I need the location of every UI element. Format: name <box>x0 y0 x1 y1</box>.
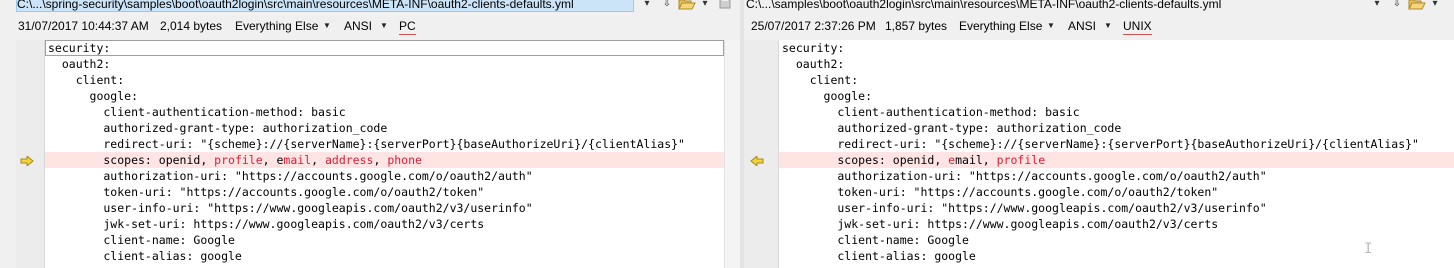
code-line: google: <box>782 89 873 103</box>
code-line: client-alias: google <box>48 249 242 263</box>
code-line: client-name: Google <box>48 233 235 247</box>
right-encoding-select[interactable]: ANSI <box>1068 14 1096 38</box>
chevron-down-icon[interactable]: ▼ <box>323 14 331 38</box>
right-file-size: 1,857 bytes <box>885 19 948 33</box>
code-line: user-info-uri: "https://www.googleapis.c… <box>48 201 533 215</box>
save-icon[interactable] <box>718 0 732 11</box>
code-line: security: <box>45 40 724 56</box>
code-line: client: <box>48 73 125 87</box>
code-line: security: <box>782 41 845 55</box>
left-editor[interactable]: security: oauth2: client: google: client… <box>44 40 724 268</box>
left-file-pane: C:\...\spring-security\samples\boot\oaut… <box>0 0 740 268</box>
chevron-down-icon[interactable]: ▼ <box>1047 14 1055 38</box>
left-file-size: 2,014 bytes <box>160 19 223 33</box>
diff-text: scopes: openid, <box>782 153 949 167</box>
diff-highlight: address <box>324 153 374 167</box>
down-arrow-icon[interactable]: ▾ <box>1370 0 1384 11</box>
diff-line: scopes: openid, profile, email, address,… <box>45 152 724 168</box>
code-line: client: <box>782 73 859 87</box>
down-arrow-icon[interactable]: ▾ <box>640 0 654 11</box>
code-line: jwk-set-uri: https://www.googleapis.com/… <box>782 217 1219 231</box>
diff-text: , <box>311 153 325 167</box>
diff-highlight: phone <box>387 153 422 167</box>
code-line: client-alias: google <box>782 249 976 263</box>
code-line: client-name: Google <box>782 233 969 247</box>
folder-open-icon[interactable] <box>1408 0 1426 11</box>
code-line: oauth2: <box>782 57 845 71</box>
chevron-down-icon[interactable]: ▾ <box>1428 0 1442 11</box>
right-line-endings[interactable]: UNIX <box>1123 18 1152 35</box>
right-editor[interactable]: security: oauth2: client: google: client… <box>778 40 1454 268</box>
code-line: authorized-grant-type: authorization_cod… <box>48 121 388 135</box>
code-line: client-authentication-method: basic <box>782 105 1080 119</box>
code-line: google: <box>48 89 139 103</box>
chevron-down-icon[interactable]: ▼ <box>1104 14 1112 38</box>
diff-line: scopes: openid, email, profile <box>779 152 1454 168</box>
code-line: jwk-set-uri: https://www.googleapis.com/… <box>48 217 485 231</box>
code-line: authorization-uri: "https://accounts.goo… <box>782 169 1267 183</box>
folder-open-icon[interactable] <box>678 0 696 11</box>
right-path-bar: C:\...\samples\boot\oauth2login\src\main… <box>744 0 1454 12</box>
code-line: oauth2: <box>48 57 111 71</box>
code-line: user-info-uri: "https://www.googleapis.c… <box>782 201 1267 215</box>
code-line: redirect-uri: "{scheme}://{serverName}:{… <box>48 137 685 151</box>
diff-text: , <box>373 153 388 167</box>
right-gutter <box>744 40 778 268</box>
diff-text: , e <box>262 153 284 167</box>
code-line: client-authentication-method: basic <box>48 105 346 119</box>
code-line: redirect-uri: "{scheme}://{serverName}:{… <box>782 137 1419 151</box>
right-info-bar: 25/07/2017 2:37:26 PM 1,857 bytes Everyt… <box>744 14 1454 38</box>
code-line: authorized-grant-type: authorization_cod… <box>782 121 1122 135</box>
diff-highlight: mail <box>283 153 312 167</box>
down-arrow-icon[interactable]: ⇩ <box>660 0 674 11</box>
diff-highlight: profile <box>214 153 263 167</box>
diff-arrow-right-icon[interactable] <box>20 154 34 168</box>
code-line: token-uri: "https://accounts.google.com/… <box>782 185 1219 199</box>
left-scrollbar[interactable] <box>724 40 740 268</box>
left-info-bar: 31/07/2017 10:44:37 AM 2,014 bytes Every… <box>0 14 740 38</box>
diff-highlight: profile <box>996 153 1046 167</box>
right-timestamp: 25/07/2017 2:37:26 PM <box>751 19 876 33</box>
chevron-down-icon[interactable]: ▼ <box>380 14 388 38</box>
code-line: token-uri: "https://accounts.google.com/… <box>48 185 485 199</box>
right-format-select[interactable]: Everything Else <box>959 14 1042 38</box>
left-encoding-select[interactable]: ANSI <box>344 14 372 38</box>
right-file-path[interactable]: C:\...\samples\boot\oauth2login\src\main… <box>746 0 1225 12</box>
diff-arrow-left-icon[interactable] <box>750 154 764 168</box>
left-format-select[interactable]: Everything Else <box>235 14 318 38</box>
left-file-path[interactable]: C:\...\spring-security\samples\boot\oaut… <box>16 0 634 12</box>
diff-text: scopes: openid, <box>48 153 215 167</box>
down-arrow-icon[interactable]: ⇩ <box>1390 0 1404 11</box>
code-line: authorization-uri: "https://accounts.goo… <box>48 169 533 183</box>
diff-text: mail, <box>955 153 997 167</box>
left-path-bar: C:\...\spring-security\samples\boot\oaut… <box>0 0 740 12</box>
left-line-endings[interactable]: PC <box>399 18 416 35</box>
left-timestamp: 31/07/2017 10:44:37 AM <box>18 19 149 33</box>
text-cursor-icon: I <box>1364 241 1373 257</box>
left-gutter <box>16 40 44 268</box>
chevron-down-icon[interactable]: ▾ <box>698 0 712 11</box>
right-file-pane: C:\...\samples\boot\oauth2login\src\main… <box>744 0 1454 268</box>
